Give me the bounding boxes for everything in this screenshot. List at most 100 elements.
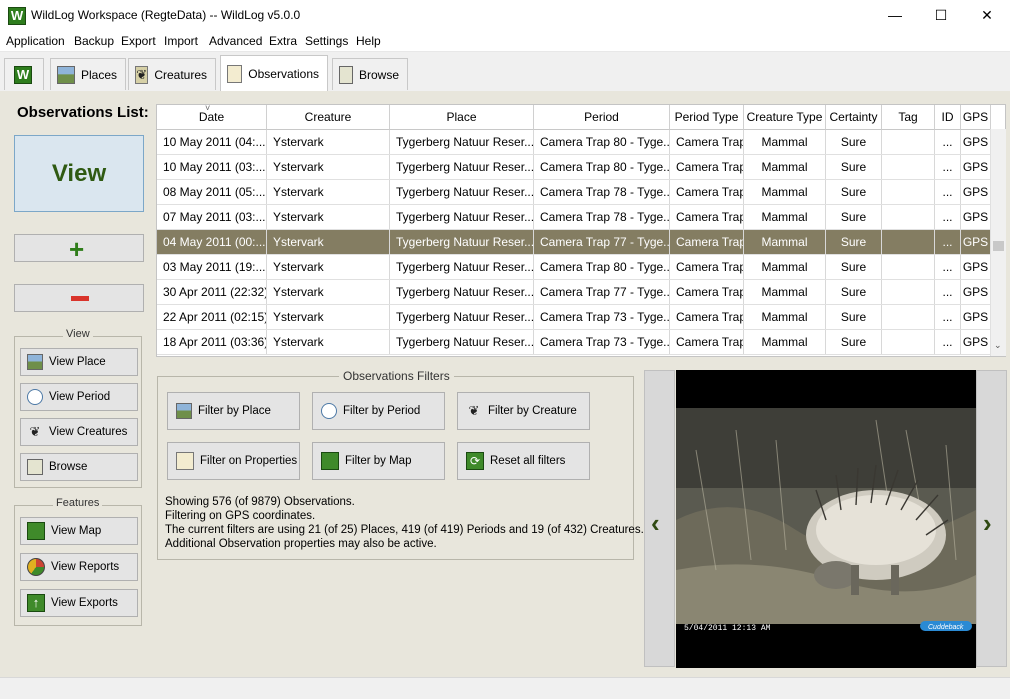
- next-image-button[interactable]: ›: [976, 370, 1007, 667]
- cell-creature: Ystervark: [267, 230, 390, 254]
- tab-browse[interactable]: Browse: [332, 58, 408, 90]
- column-header-gps[interactable]: GPS: [961, 105, 991, 130]
- filter-info-counts: The current filters are using 21 (of 25)…: [165, 524, 644, 536]
- view-reports-button[interactable]: View Reports: [20, 553, 138, 581]
- cell-id: ...: [935, 130, 961, 154]
- cell-place: Tygerberg Natuur Reser...: [390, 230, 534, 254]
- delete-observation-button[interactable]: [14, 284, 144, 312]
- menu-import[interactable]: Import: [164, 34, 198, 48]
- landscape-icon: [27, 354, 43, 370]
- menu-advanced[interactable]: Advanced: [209, 34, 262, 48]
- table-row[interactable]: 08 May 2011 (05:... Ystervark Tygerberg Na…: [157, 180, 991, 205]
- table-vertical-scrollbar[interactable]: ⌄: [990, 129, 1006, 356]
- view-place-label: View Place: [49, 356, 106, 368]
- cell-period: Camera Trap 80 - Tyge...: [534, 255, 670, 279]
- previous-image-button[interactable]: ‹: [644, 370, 675, 667]
- cell-tag: [882, 130, 935, 154]
- cell-tag: [882, 180, 935, 204]
- table-row[interactable]: 22 Apr 2011 (02:15) Ystervark Tygerberg Na…: [157, 305, 991, 330]
- cell-date: 22 Apr 2011 (02:15): [157, 305, 267, 329]
- column-header-period-type[interactable]: Period Type: [670, 105, 744, 130]
- cell-tag: [882, 280, 935, 304]
- tab-places[interactable]: Places: [50, 58, 126, 90]
- column-header-creature[interactable]: Creature: [267, 105, 390, 130]
- cell-period: Camera Trap 77 - Tyge...: [534, 230, 670, 254]
- sort-arrow-icon: ˅: [205, 104, 211, 113]
- tab-observations[interactable]: Observations: [220, 55, 328, 91]
- view-place-button[interactable]: View Place: [20, 348, 138, 376]
- cell-creature: Ystervark: [267, 255, 390, 279]
- minimize-button[interactable]: —: [872, 0, 918, 31]
- tab-strip: W Places ❦ Creatures Observations Browse: [0, 52, 1010, 92]
- filter-by-creature-label: Filter by Creature: [488, 405, 577, 417]
- title-bar: W WildLog Workspace (RegteData) -- WildL…: [0, 0, 1010, 31]
- tab-creatures[interactable]: ❦ Creatures: [128, 58, 216, 90]
- menu-backup[interactable]: Backup: [74, 34, 114, 48]
- column-header-period[interactable]: Period: [534, 105, 670, 130]
- cell-gps: GPS: [961, 180, 991, 204]
- cell-place: Tygerberg Natuur Reser...: [390, 330, 534, 354]
- column-header-tag[interactable]: Tag: [882, 105, 935, 130]
- refresh-icon: ⟳: [466, 452, 484, 470]
- status-bar: [0, 677, 1010, 699]
- menu-help[interactable]: Help: [356, 34, 381, 48]
- filter-by-period-button[interactable]: Filter by Period: [312, 392, 445, 430]
- maximize-button[interactable]: ☐: [918, 0, 964, 31]
- table-row[interactable]: 10 May 2011 (04:... Ystervark Tygerberg Na…: [157, 130, 991, 155]
- view-map-label: View Map: [51, 525, 102, 537]
- close-button[interactable]: ✕: [964, 0, 1010, 31]
- table-row[interactable]: 30 Apr 2011 (22:32) Ystervark Tygerberg Na…: [157, 280, 991, 305]
- cell-certainty: Sure: [826, 280, 882, 304]
- view-observation-button[interactable]: View: [14, 135, 144, 212]
- column-header-id[interactable]: ID: [935, 105, 961, 130]
- cell-creature-type: Mammal: [744, 280, 826, 304]
- cell-gps: GPS: [961, 330, 991, 354]
- table-row[interactable]: 10 May 2011 (03:... Ystervark Tygerberg Na…: [157, 155, 991, 180]
- scrollbar-thumb[interactable]: [993, 241, 1004, 251]
- cell-id: ...: [935, 180, 961, 204]
- column-header-place[interactable]: Place: [390, 105, 534, 130]
- view-period-button[interactable]: View Period: [20, 383, 138, 411]
- table-row[interactable]: 03 May 2011 (19:... Ystervark Tygerberg Na…: [157, 255, 991, 280]
- view-map-button[interactable]: View Map: [20, 517, 138, 545]
- notebook-icon: [227, 64, 243, 83]
- filter-by-place-button[interactable]: Filter by Place: [167, 392, 300, 430]
- cell-tag: [882, 330, 935, 354]
- cell-certainty: Sure: [826, 180, 882, 204]
- cell-gps: GPS: [961, 205, 991, 229]
- cell-certainty: Sure: [826, 155, 882, 179]
- cell-certainty: Sure: [826, 330, 882, 354]
- filter-by-creature-button[interactable]: ❦ Filter by Creature: [457, 392, 590, 430]
- column-header-creature-type[interactable]: Creature Type: [744, 105, 826, 130]
- cell-period-type: Camera Trap: [670, 305, 744, 329]
- view-exports-button[interactable]: ↑ View Exports: [20, 589, 138, 617]
- table-row[interactable]: 07 May 2011 (03:... Ystervark Tygerberg Na…: [157, 205, 991, 230]
- filter-by-map-button[interactable]: Filter by Map: [312, 442, 445, 480]
- menu-extra[interactable]: Extra: [269, 34, 297, 48]
- clock-icon: [321, 403, 337, 419]
- cell-place: Tygerberg Natuur Reser...: [390, 155, 534, 179]
- table-row-selected[interactable]: 04 May 2011 (00:... Ystervark Tygerberg Na…: [157, 230, 991, 255]
- browse-button[interactable]: Browse: [20, 453, 138, 481]
- cell-place: Tygerberg Natuur Reser...: [390, 255, 534, 279]
- menu-settings[interactable]: Settings: [305, 34, 348, 48]
- menu-export[interactable]: Export: [121, 34, 156, 48]
- column-header-date[interactable]: Date ˅: [157, 105, 267, 130]
- reset-all-filters-button[interactable]: ⟳ Reset all filters: [457, 442, 590, 480]
- add-observation-button[interactable]: +: [14, 234, 144, 264]
- browse-icon: [339, 65, 353, 84]
- cell-period-type: Camera Trap: [670, 180, 744, 204]
- view-creatures-button[interactable]: ❦ View Creatures: [20, 418, 138, 446]
- app-logo-icon: W: [8, 7, 26, 25]
- column-header-certainty[interactable]: Certainty: [826, 105, 882, 130]
- table-row[interactable]: 18 Apr 2011 (03:36) Ystervark Tygerberg Na…: [157, 330, 991, 355]
- filter-on-properties-button[interactable]: Filter on Properties: [167, 442, 300, 480]
- cell-date: 10 May 2011 (03:...: [157, 155, 267, 179]
- menu-application[interactable]: Application: [6, 34, 65, 48]
- view-period-label: View Period: [49, 391, 111, 403]
- cell-date: 07 May 2011 (03:...: [157, 205, 267, 229]
- filter-by-place-label: Filter by Place: [198, 405, 271, 417]
- tab-home[interactable]: W: [4, 58, 44, 90]
- scroll-down-icon[interactable]: ⌄: [994, 340, 1002, 351]
- cell-date: 18 Apr 2011 (03:36): [157, 330, 267, 354]
